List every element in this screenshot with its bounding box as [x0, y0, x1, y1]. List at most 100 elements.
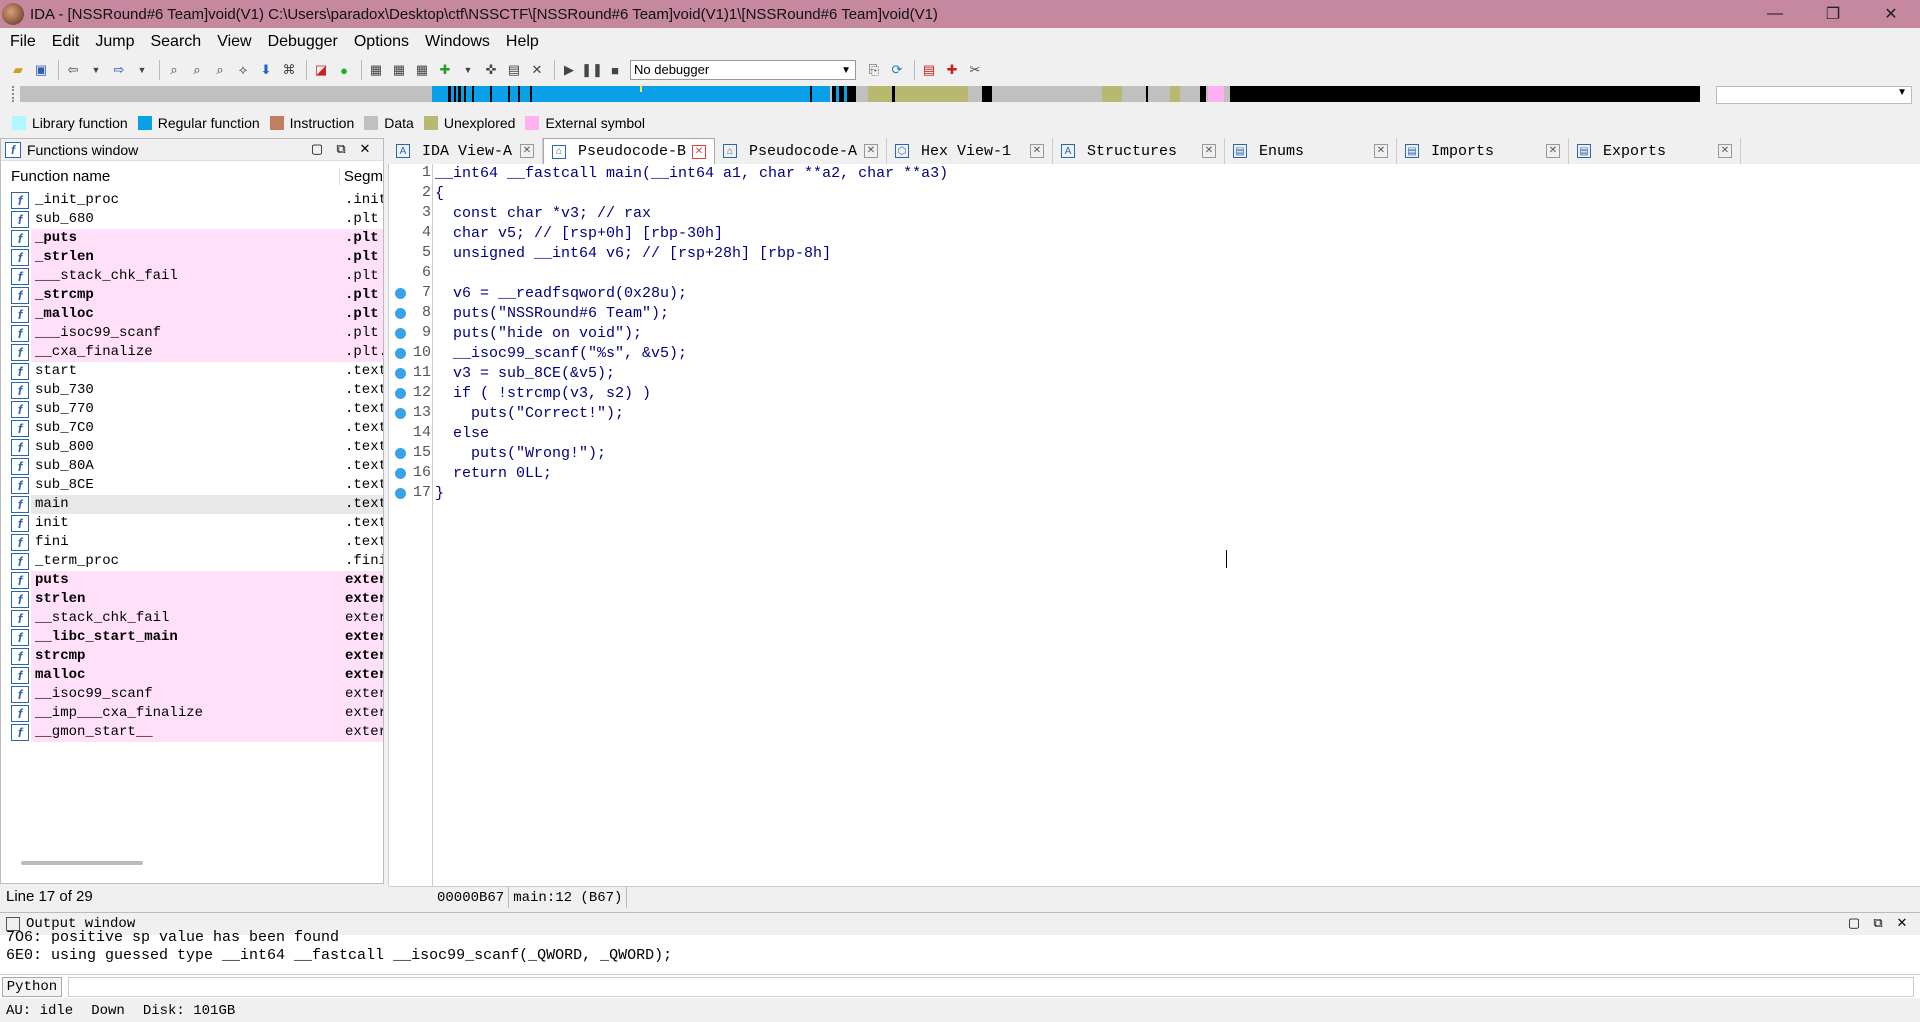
close-pane-icon[interactable]: ✕ [353, 141, 377, 157]
green-circle-icon[interactable]: ● [334, 60, 354, 80]
function-row[interactable]: f strlen exter [1, 590, 383, 609]
command-input[interactable] [68, 977, 1914, 997]
search-binary-icon[interactable]: ⌕ [187, 60, 207, 80]
tab-structures[interactable]: A Structures ✕ [1053, 138, 1225, 164]
function-row[interactable]: f __cxa_finalize .plt. [1, 343, 383, 362]
breakpoint-list-icon[interactable]: ▤ [919, 60, 939, 80]
function-row[interactable]: f strcmp exter [1, 647, 383, 666]
plugin-icon[interactable]: ✜ [481, 60, 501, 80]
forward-arrow-icon[interactable]: ⇨ [109, 60, 129, 80]
function-row[interactable]: f __gmon_start__ exter [1, 723, 383, 742]
menu-edit[interactable]: Edit [44, 28, 88, 56]
refresh-icon[interactable]: ⟳ [887, 60, 907, 80]
float-window-icon[interactable]: ▢ [305, 141, 329, 157]
pseudocode-view[interactable]: 1 2 3 4 5 6 7 8 9 10 11 12 13 14 15 16 17 __int64 __fast… [388, 164, 1920, 908]
menu-debugger[interactable]: Debugger [260, 28, 346, 56]
play-icon[interactable]: ▶ [559, 60, 579, 80]
code-line[interactable]: unsigned __int64 v6; // [rsp+28h] [rbp-8… [435, 244, 831, 264]
breakpoint-marker-icon[interactable] [395, 348, 406, 359]
tab-hex-view-1[interactable]: ⬡ Hex View-1 ✕ [887, 138, 1053, 164]
breakpoint-marker-icon[interactable] [395, 288, 406, 299]
function-row[interactable]: f fini .text [1, 533, 383, 552]
function-row[interactable]: f puts exter [1, 571, 383, 590]
breakpoint-marker-icon[interactable] [395, 388, 406, 399]
function-row[interactable]: f __imp___cxa_finalize exter [1, 704, 383, 723]
maximize-pane-icon[interactable]: ⧉ [329, 141, 353, 157]
back-arrow-icon[interactable]: ⇦ [63, 60, 83, 80]
close-tab-icon[interactable]: ✕ [520, 144, 534, 158]
close-tab-icon[interactable]: ✕ [864, 144, 878, 158]
function-row[interactable]: f _init_proc .init [1, 191, 383, 210]
code-line[interactable]: puts("NSSRound#6 Team"); [435, 304, 669, 324]
function-row[interactable]: f __isoc99_scanf exter [1, 685, 383, 704]
debugger-select[interactable]: No debugger ▼ [630, 60, 856, 80]
function-row[interactable]: f sub_7C0 .text [1, 419, 383, 438]
code-line[interactable]: char v5; // [rsp+0h] [rbp-30h] [435, 224, 723, 244]
function-row[interactable]: f sub_730 .text [1, 381, 383, 400]
toolbar-grip[interactable] [12, 86, 16, 102]
add-struct-icon[interactable]: ▦ [389, 60, 409, 80]
python-button[interactable]: Python [2, 977, 62, 997]
chevron-down-icon[interactable]: ▼ [86, 60, 106, 80]
tab-imports[interactable]: ▤ Imports ✕ [1397, 138, 1569, 164]
tab-pseudocode-a[interactable]: ⌂ Pseudocode-A ✕ [715, 138, 887, 164]
close-pane-icon[interactable]: ✕ [1890, 915, 1914, 931]
open-file-icon[interactable]: ▰ [8, 60, 28, 80]
function-row[interactable]: f __libc_start_main exter [1, 628, 383, 647]
calc-icon[interactable]: ▤ [504, 60, 524, 80]
navigation-bar[interactable] [20, 86, 1700, 102]
function-row[interactable]: f init .text [1, 514, 383, 533]
code-line[interactable]: puts("Wrong!"); [435, 444, 606, 464]
function-row[interactable]: f sub_770 .text [1, 400, 383, 419]
close-tab-icon[interactable]: ✕ [1030, 144, 1044, 158]
breakpoint-marker-icon[interactable] [395, 308, 406, 319]
function-row[interactable]: f _term_proc .fini [1, 552, 383, 571]
menu-windows[interactable]: Windows [417, 28, 498, 56]
cross-icon[interactable]: ✕ [527, 60, 547, 80]
close-tab-icon[interactable]: ✕ [692, 145, 706, 159]
close-tab-icon[interactable]: ✕ [1546, 144, 1560, 158]
code-line[interactable]: if ( !strcmp(v3, s2) ) [435, 384, 651, 404]
breakpoint-marker-icon[interactable] [395, 328, 406, 339]
tab-pseudocode-b[interactable]: ⌂ Pseudocode-B ✕ [543, 138, 715, 164]
function-row[interactable]: f ___isoc99_scanf .plt [1, 324, 383, 343]
column-segment[interactable]: Segm [340, 168, 383, 185]
maximize-pane-icon[interactable]: ⧉ [1866, 915, 1890, 931]
menu-file[interactable]: File [2, 28, 44, 56]
search-immediate-icon[interactable]: ⌕ [210, 60, 230, 80]
line-gutter[interactable]: 1 2 3 4 5 6 7 8 9 10 11 12 13 14 15 16 17 [389, 164, 433, 886]
jump-down-icon[interactable]: ⬇ [256, 60, 276, 80]
close-tab-icon[interactable]: ✕ [1374, 144, 1388, 158]
function-row[interactable]: f sub_8CE .text [1, 476, 383, 495]
code-line[interactable]: __isoc99_scanf("%s", &v5); [435, 344, 687, 364]
function-row[interactable]: f start .text [1, 362, 383, 381]
navigation-combo[interactable]: ▼ [1716, 86, 1912, 104]
close-tab-icon[interactable]: ✕ [1718, 144, 1732, 158]
add-segment-icon[interactable]: ▦ [366, 60, 386, 80]
function-row[interactable]: f main .text [1, 495, 383, 514]
function-row[interactable]: f _malloc .plt [1, 305, 383, 324]
search-text-icon[interactable]: ⌕ [164, 60, 184, 80]
code-line[interactable]: return 0LL; [435, 464, 552, 484]
menu-options[interactable]: Options [346, 28, 417, 56]
code-line[interactable]: { [435, 184, 444, 204]
function-row[interactable]: f sub_680 .plt [1, 210, 383, 229]
close-tab-icon[interactable]: ✕ [1202, 144, 1216, 158]
unknown-tool-icon[interactable]: ⌘ [279, 60, 299, 80]
code-line[interactable]: puts("hide on void"); [435, 324, 642, 344]
search-next-icon[interactable]: ⟡ [233, 60, 253, 80]
function-row[interactable]: f ___stack_chk_fail .plt [1, 267, 383, 286]
close-button[interactable]: ✕ [1862, 0, 1920, 28]
tab-enums[interactable]: ▤ Enums ✕ [1225, 138, 1397, 164]
stop-icon[interactable]: ■ [605, 60, 625, 80]
code-line[interactable]: } [435, 484, 444, 504]
code-line[interactable]: v3 = sub_8CE(&v5); [435, 364, 615, 384]
function-row[interactable]: f __stack_chk_fail exter [1, 609, 383, 628]
code-line[interactable]: else [435, 424, 489, 444]
function-row[interactable]: f malloc exter [1, 666, 383, 685]
code-line[interactable]: const char *v3; // rax [435, 204, 651, 224]
function-row[interactable]: f _strlen .plt [1, 248, 383, 267]
breakpoint-marker-icon[interactable] [395, 488, 406, 499]
code-line[interactable]: puts("Correct!"); [435, 404, 624, 424]
chevron-down-icon[interactable]: ▼ [132, 60, 152, 80]
